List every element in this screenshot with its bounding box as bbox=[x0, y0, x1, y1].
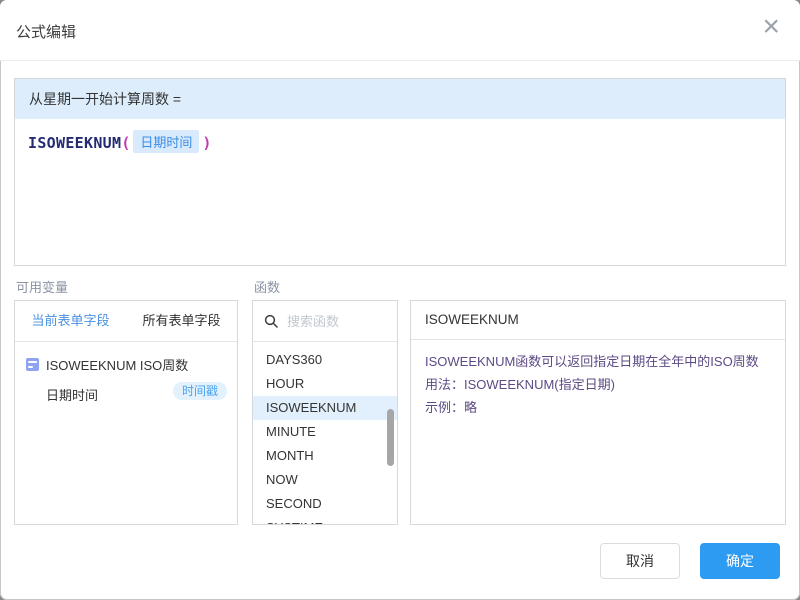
formula-target-label: 从星期一开始计算周数 = bbox=[15, 79, 785, 119]
function-detail-panel: ISOWEEKNUM ISOWEEKNUM函数可以返回指定日期在全年中的ISO周… bbox=[410, 300, 786, 525]
form-title-row[interactable]: ISOWEEKNUM ISO周数 bbox=[26, 355, 227, 374]
function-item[interactable]: DAYS360 bbox=[253, 348, 397, 372]
open-paren: ( bbox=[121, 134, 130, 152]
close-paren: ) bbox=[202, 134, 211, 152]
function-item[interactable]: SYSTIME bbox=[253, 516, 397, 525]
document-icon bbox=[26, 358, 39, 371]
page-background: { "dialog": { "title": "公式编辑" }, "icons"… bbox=[0, 0, 800, 600]
dialog-title: 公式编辑 bbox=[16, 21, 76, 42]
functions-panel: DAYS360 HOUR ISOWEEKNUM MINUTE MONTH NOW… bbox=[252, 300, 398, 525]
function-example: 示例：略 bbox=[425, 396, 771, 419]
formula-function-name: ISOWEEKNUM bbox=[28, 134, 121, 152]
dialog-footer: 取消 确定 bbox=[600, 543, 780, 579]
field-type-badge: 时间戳 bbox=[173, 382, 227, 400]
function-usage: 用法：ISOWEEKNUM(指定日期) bbox=[425, 373, 771, 396]
variables-tabs: 当前表单字段 所有表单字段 bbox=[15, 301, 237, 342]
field-name-label: 日期时间 bbox=[46, 388, 98, 403]
function-list: DAYS360 HOUR ISOWEEKNUM MINUTE MONTH NOW… bbox=[253, 342, 397, 525]
search-input[interactable] bbox=[285, 313, 381, 330]
field-row-datetime[interactable]: 日期时间 时间戳 bbox=[46, 385, 227, 404]
variables-panel: 当前表单字段 所有表单字段 ISOWEEKNUM ISO周数 日期时间 时间戳 bbox=[14, 300, 238, 525]
dialog-header: 公式编辑 × bbox=[0, 0, 800, 61]
formula-editor-dialog: 公式编辑 × 从星期一开始计算周数 = ISOWEEKNUM(日期时间) 可用变… bbox=[0, 0, 800, 600]
function-detail-title: ISOWEEKNUM bbox=[411, 301, 785, 340]
search-icon bbox=[264, 314, 278, 328]
formula-editor-panel: 从星期一开始计算周数 = ISOWEEKNUM(日期时间) bbox=[14, 78, 786, 266]
variables-section-label: 可用变量 bbox=[16, 277, 68, 296]
function-search-row bbox=[253, 301, 397, 342]
function-detail-body: ISOWEEKNUM函数可以返回指定日期在全年中的ISO周数 用法：ISOWEE… bbox=[411, 340, 785, 429]
function-item[interactable]: NOW bbox=[253, 468, 397, 492]
functions-section-label: 函数 bbox=[254, 277, 280, 296]
function-item[interactable]: MONTH bbox=[253, 444, 397, 468]
tab-current-form-fields[interactable]: 当前表单字段 bbox=[15, 301, 126, 341]
function-item[interactable]: SECOND bbox=[253, 492, 397, 516]
cancel-button[interactable]: 取消 bbox=[600, 543, 680, 579]
function-item[interactable]: MINUTE bbox=[253, 420, 397, 444]
formula-argument-chip[interactable]: 日期时间 bbox=[133, 130, 199, 153]
function-description: ISOWEEKNUM函数可以返回指定日期在全年中的ISO周数 bbox=[425, 350, 771, 373]
confirm-button[interactable]: 确定 bbox=[700, 543, 780, 579]
function-item-selected[interactable]: ISOWEEKNUM bbox=[253, 396, 397, 420]
function-item[interactable]: HOUR bbox=[253, 372, 397, 396]
form-title-label: ISOWEEKNUM ISO周数 bbox=[46, 355, 188, 374]
formula-input-area[interactable]: ISOWEEKNUM(日期时间) bbox=[15, 119, 785, 265]
scrollbar-thumb[interactable] bbox=[387, 409, 394, 466]
tab-all-form-fields[interactable]: 所有表单字段 bbox=[126, 301, 237, 341]
close-icon[interactable]: × bbox=[762, 12, 780, 42]
